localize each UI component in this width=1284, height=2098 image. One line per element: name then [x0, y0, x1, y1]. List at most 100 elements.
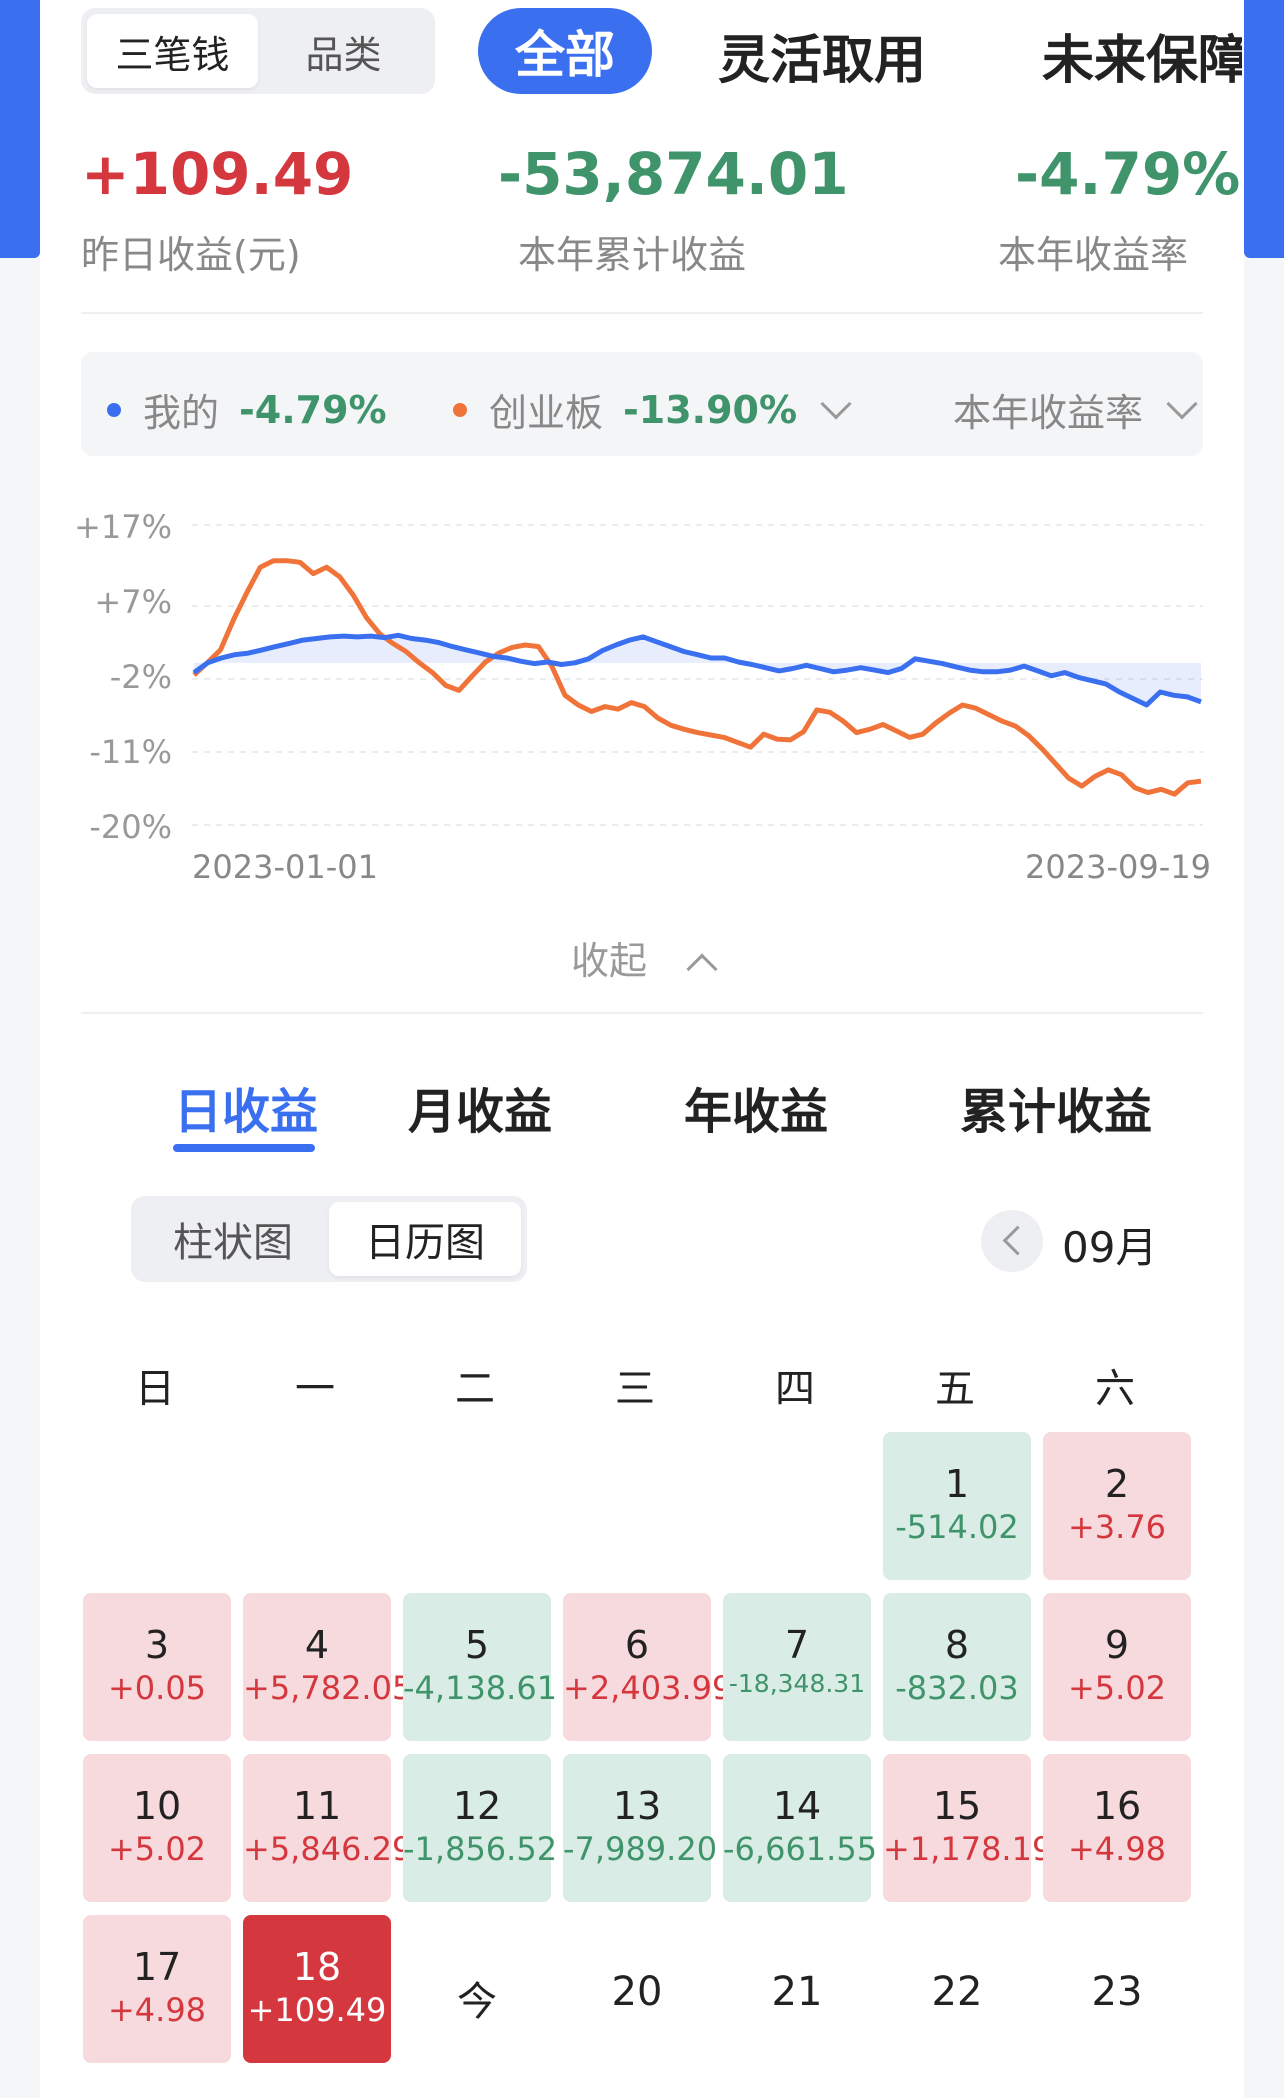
- collapse-button[interactable]: 收起: [0, 930, 1284, 985]
- calendar-day-cell[interactable]: 2 +3.76: [1043, 1432, 1191, 1580]
- calendar-day-number: 23: [1091, 1969, 1143, 2015]
- prev-month-button[interactable]: [981, 1210, 1043, 1272]
- calendar-day-earnings: +0.05: [107, 1669, 207, 1707]
- calendar-day-number: 14: [772, 1784, 822, 1828]
- calendar-day-cell[interactable]: 18 +109.49: [243, 1915, 391, 2063]
- calendar-day-number: 3: [144, 1623, 170, 1667]
- segment-category[interactable]: 品类: [258, 14, 429, 88]
- calendar-day-earnings: -18,348.31: [728, 1669, 866, 1698]
- weekday-label: 四: [775, 1366, 815, 1412]
- weekday-label: 六: [1095, 1366, 1135, 1412]
- divider: [81, 312, 1203, 314]
- x-tick-end: 2023-09-19: [1025, 848, 1211, 886]
- view-toggle: 柱状图 日历图: [131, 1196, 527, 1282]
- calendar-day-cell: 21: [723, 1915, 871, 2063]
- calendar-day-number: 1: [944, 1462, 970, 1506]
- ytd-earnings-label: 本年累计收益: [518, 233, 747, 277]
- calendar-day-number: 2: [1104, 1462, 1130, 1506]
- calendar-day-earnings: +2,403.99: [563, 1669, 733, 1707]
- calendar-day-number: 22: [931, 1969, 983, 2015]
- divider: [81, 1012, 1203, 1014]
- calendar-day-number: 17: [132, 1945, 182, 1989]
- calendar-day-cell: 今: [403, 1915, 551, 2063]
- calendar-day-number: 13: [612, 1784, 662, 1828]
- calendar-day-earnings: -4,138.61: [403, 1669, 558, 1707]
- calendar-day-cell[interactable]: 1 -514.02: [883, 1432, 1031, 1580]
- calendar-day-earnings: -7,989.20: [563, 1830, 718, 1868]
- tab-yearly[interactable]: 年收益: [684, 1072, 828, 1142]
- legend-dot-blue: [107, 402, 121, 417]
- calendar-day-cell[interactable]: 9 +5.02: [1043, 1593, 1191, 1741]
- weekday-label: 一: [295, 1366, 335, 1412]
- calendar-day-cell[interactable]: 16 +4.98: [1043, 1754, 1191, 1902]
- calendar-day-cell[interactable]: 8 -832.03: [883, 1593, 1031, 1741]
- legend-mine: 我的 -4.79%: [107, 382, 387, 437]
- ytd-return-label: 本年收益率: [998, 233, 1189, 277]
- calendar-day-earnings: +5.02: [1067, 1669, 1167, 1707]
- calendar-day-earnings: -514.02: [895, 1508, 1019, 1546]
- calendar-day-number: 20: [611, 1969, 663, 2015]
- calendar-day-cell[interactable]: 4 +5,782.05: [243, 1593, 413, 1741]
- legend-dot-orange: [453, 402, 467, 417]
- calendar-day-number: 今: [457, 1979, 497, 2025]
- calendar-day-earnings: +4.98: [1067, 1830, 1167, 1868]
- view-bar-chart[interactable]: 柱状图: [137, 1202, 329, 1276]
- calendar-day-cell[interactable]: 3 +0.05: [83, 1593, 231, 1741]
- calendar-day-number: 21: [771, 1969, 823, 2015]
- metric-selector[interactable]: 本年收益率: [953, 382, 1198, 437]
- tab-future-clip: 未来保障: [1000, 0, 1242, 100]
- y-tick: -20%: [89, 808, 172, 846]
- calendar-day-earnings: +4.98: [107, 1991, 207, 2029]
- calendar-day-number: 5: [464, 1623, 490, 1667]
- calendar-day-number: 7: [784, 1623, 810, 1667]
- metric-selector-label: 本年收益率: [953, 391, 1144, 435]
- month-label: 09月: [1062, 1223, 1158, 1272]
- right-accent-bar: [1244, 0, 1284, 258]
- calendar-day-cell[interactable]: 12 -1,856.52: [403, 1754, 557, 1902]
- segment-three-pots[interactable]: 三笔钱: [87, 14, 258, 88]
- calendar-day-cell[interactable]: 11 +5,846.29: [243, 1754, 413, 1902]
- calendar-day-earnings: +5.02: [107, 1830, 207, 1868]
- calendar-day-number: 15: [932, 1784, 982, 1828]
- calendar-day-cell[interactable]: 7 -18,348.31: [723, 1593, 871, 1741]
- calendar-day-earnings: +109.49: [247, 1991, 387, 2029]
- y-tick: -11%: [89, 733, 172, 771]
- tab-daily[interactable]: 日收益: [174, 1072, 318, 1142]
- chevron-down-icon: [820, 387, 852, 420]
- segment-toggle: 三笔钱 品类: [81, 8, 435, 94]
- weekday-label: 三: [615, 1366, 655, 1412]
- chevron-up-icon: [686, 953, 718, 985]
- legend-benchmark[interactable]: 创业板 -13.90%: [453, 382, 852, 437]
- calendar-day-cell[interactable]: 15 +1,178.19: [883, 1754, 1053, 1902]
- legend-mine-label: 我的: [143, 391, 220, 435]
- series-area-mine: [194, 635, 1201, 705]
- ytd-return-value: -4.79%: [1015, 140, 1241, 208]
- calendar-day-cell[interactable]: 14 -6,661.55: [723, 1754, 878, 1902]
- tab-cumulative[interactable]: 累计收益: [960, 1072, 1152, 1142]
- calendar-day-cell[interactable]: 17 +4.98: [83, 1915, 231, 2063]
- calendar-day-earnings: +1,178.19: [883, 1830, 1053, 1868]
- calendar-day-earnings: +5,782.05: [243, 1669, 413, 1707]
- calendar-day-number: 9: [1104, 1623, 1130, 1667]
- tab-all[interactable]: 全部: [478, 8, 652, 94]
- tab-flexible[interactable]: 灵活取用: [718, 18, 926, 93]
- weekday-label: 五: [935, 1366, 975, 1412]
- ytd-earnings-value: -53,874.01: [498, 140, 849, 208]
- calendar-day-number: 6: [624, 1623, 650, 1667]
- calendar-day-cell[interactable]: 10 +5.02: [83, 1754, 231, 1902]
- yesterday-earnings-value: +109.49: [81, 140, 354, 208]
- weekday-label: 日: [135, 1366, 175, 1412]
- tab-monthly[interactable]: 月收益: [408, 1072, 552, 1142]
- calendar-day-earnings: -6,661.55: [723, 1830, 878, 1868]
- calendar-day-cell[interactable]: 13 -7,989.20: [563, 1754, 718, 1902]
- view-calendar[interactable]: 日历图: [329, 1202, 521, 1276]
- calendar-day-earnings: +5,846.29: [243, 1830, 413, 1868]
- yesterday-earnings-label: 昨日收益(元): [81, 233, 301, 277]
- calendar-day-cell[interactable]: 6 +2,403.99: [563, 1593, 733, 1741]
- return-line-chart: [192, 524, 1203, 826]
- calendar-day-cell[interactable]: 5 -4,138.61: [403, 1593, 558, 1741]
- tab-future-security[interactable]: 未来保障: [1042, 18, 1242, 93]
- calendar-day-cell: 20: [563, 1915, 711, 2063]
- calendar-day-cell: 22: [883, 1915, 1031, 2063]
- y-tick: +17%: [74, 508, 172, 546]
